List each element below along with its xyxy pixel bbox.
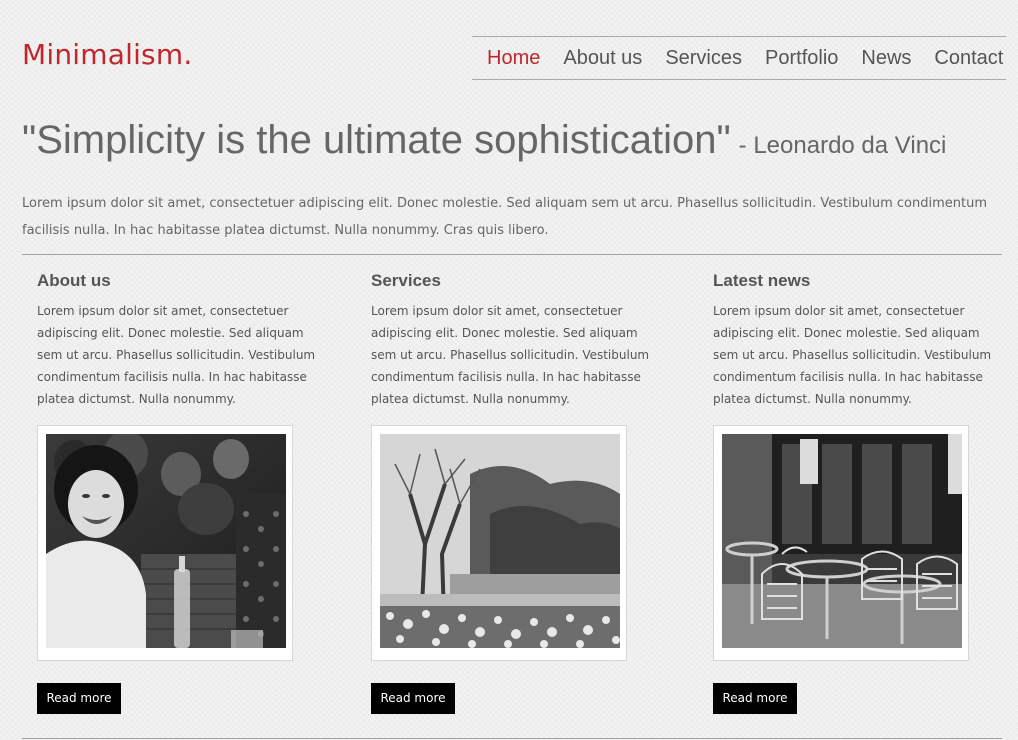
divider [22, 254, 1002, 255]
read-more-button[interactable]: Read more [713, 683, 797, 714]
nav-contact[interactable]: Contact [934, 47, 1003, 70]
read-more-button[interactable]: Read more [37, 683, 121, 714]
column-latest-news: Latest news Lorem ipsum dolor sit amet, … [713, 270, 993, 714]
cafe-photo-illustration [722, 434, 962, 648]
column-title: Latest news [713, 271, 811, 290]
photo-frame [371, 425, 627, 661]
hero-quote: "Simplicity is the ultimate sophisticati… [22, 118, 946, 163]
photo-woman-crowd[interactable] [46, 434, 286, 648]
photo-cafe[interactable] [722, 434, 962, 648]
column-title: Services [371, 271, 441, 290]
quote-text: "Simplicity is the ultimate sophisticati… [22, 118, 731, 162]
park-photo-illustration [380, 434, 620, 648]
intro-paragraph: Lorem ipsum dolor sit amet, consectetuer… [22, 196, 988, 238]
site-logo[interactable]: Minimalism. [22, 38, 192, 71]
woman-photo-illustration [46, 434, 286, 648]
quote-author: - Leonardo da Vinci [738, 132, 947, 159]
photo-frame [713, 425, 969, 661]
column-text: Lorem ipsum dolor sit amet, consectetuer… [37, 304, 316, 406]
column-about-us: About us Lorem ipsum dolor sit amet, con… [37, 270, 317, 714]
photo-park[interactable] [380, 434, 620, 648]
column-text: Lorem ipsum dolor sit amet, consectetuer… [713, 304, 992, 406]
nav-news[interactable]: News [861, 47, 911, 70]
main-nav: Home About us Services Portfolio News Co… [472, 36, 1006, 80]
nav-home[interactable]: Home [487, 47, 540, 70]
column-services: Services Lorem ipsum dolor sit amet, con… [371, 270, 651, 714]
column-title: About us [37, 271, 111, 290]
nav-services[interactable]: Services [665, 47, 742, 70]
nav-portfolio[interactable]: Portfolio [765, 47, 838, 70]
column-text: Lorem ipsum dolor sit amet, consectetuer… [371, 304, 650, 406]
footer-divider [22, 738, 1002, 739]
nav-about-us[interactable]: About us [563, 47, 642, 70]
photo-frame [37, 425, 293, 661]
read-more-button[interactable]: Read more [371, 683, 455, 714]
